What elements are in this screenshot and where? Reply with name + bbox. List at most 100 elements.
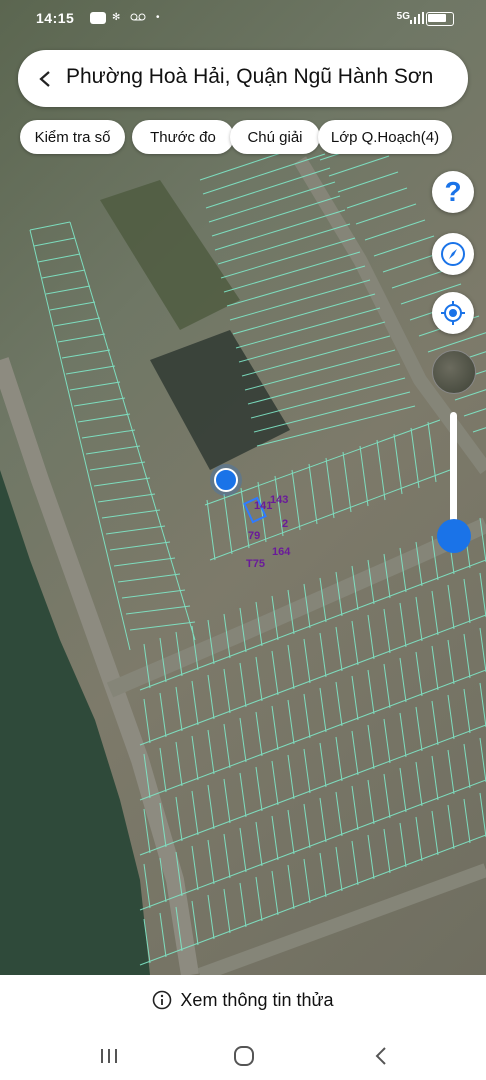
parcel-boundary	[175, 686, 183, 732]
parcel-boundary	[287, 699, 295, 745]
parcel-boundary	[291, 251, 361, 273]
parcel-boundary	[415, 706, 423, 752]
parcel-boundary	[208, 201, 273, 223]
parcel-boundary	[239, 882, 247, 928]
parcel-boundary	[319, 687, 327, 733]
parcel-boundary	[53, 317, 101, 327]
parcel-boundary	[159, 912, 167, 958]
status-time: 14:15	[36, 10, 75, 26]
parcel-boundary	[383, 663, 391, 709]
parcel-boundary	[105, 525, 166, 535]
flower-icon: ✻	[112, 12, 121, 23]
parcel-boundary	[367, 614, 375, 660]
parcel-boundary	[220, 257, 289, 279]
parcel-boundary	[399, 602, 407, 648]
parcel-boundary	[447, 639, 455, 685]
parcel-boundary	[69, 381, 121, 391]
parcel-boundary	[159, 692, 167, 738]
system-back-button[interactable]	[366, 1041, 396, 1071]
check-number-chip[interactable]: Kiểm tra số	[20, 120, 125, 154]
parcel-boundary	[207, 894, 215, 940]
crosshair-icon	[441, 301, 465, 325]
help-button[interactable]: ?	[432, 171, 474, 213]
parcel-info-button[interactable]: Xem thông tin thửa	[0, 985, 486, 1015]
parcel-boundary	[303, 293, 376, 315]
parcel-boundary	[29, 221, 71, 231]
parcel-label: 143	[270, 494, 289, 506]
parcel-boundary	[337, 171, 399, 193]
parcel-boundary	[121, 589, 186, 599]
parcel-boundary	[206, 499, 216, 561]
parcel-boundary	[205, 187, 269, 209]
parcel-boundary	[109, 541, 171, 551]
parcel-boundary	[303, 693, 311, 739]
parcel-boundary	[271, 870, 279, 916]
home-button[interactable]	[229, 1041, 259, 1071]
parcel-boundary	[335, 736, 343, 782]
parcel-boundary	[287, 644, 295, 690]
map-layer-button[interactable]	[432, 350, 476, 394]
parcel-boundary	[399, 712, 407, 758]
parcel-boundary	[383, 773, 391, 819]
zoom-slider-knob[interactable]	[437, 519, 471, 553]
parcel-boundary	[191, 680, 199, 726]
location-header: Phường Hoà Hải, Quận Ngũ Hành Sơn	[18, 50, 468, 107]
parcel-boundary	[303, 803, 311, 849]
network-type: 5G	[396, 11, 410, 22]
parcel-boundary	[241, 355, 317, 377]
parcel-boundary	[271, 705, 279, 751]
status-bar: 14:15 ✻ • 5G	[0, 0, 486, 38]
parcel-boundary	[223, 723, 231, 769]
parcel-boundary	[239, 827, 247, 873]
back-button[interactable]	[30, 64, 60, 94]
parcel-boundary	[271, 760, 279, 806]
parcel-boundary	[139, 724, 486, 856]
parcel-boundary	[335, 791, 343, 837]
parcel-boundary	[255, 821, 263, 867]
parcel-boundary	[303, 858, 311, 904]
parcel-boundary	[226, 285, 297, 307]
parcel-boundary	[431, 755, 439, 801]
planning-layer-chip[interactable]: Lớp Q.Hoạch(4)	[318, 120, 452, 154]
parcel-boundary	[359, 445, 369, 507]
parcel-boundary	[291, 469, 301, 531]
compass-button[interactable]	[432, 233, 474, 275]
parcel-boundary	[367, 724, 375, 770]
parcel-boundary	[57, 333, 106, 343]
compass-icon	[441, 242, 465, 266]
parcel-boundary	[223, 833, 231, 879]
my-location-button[interactable]	[432, 292, 474, 334]
measure-chip[interactable]: Thước đo	[132, 120, 234, 154]
parcel-boundary	[255, 711, 263, 757]
parcel-boundary	[214, 229, 281, 251]
parcel-boundary	[479, 627, 486, 673]
parcel-boundary	[207, 729, 215, 775]
voicemail-icon	[130, 12, 146, 25]
parcel-boundary	[238, 341, 313, 363]
parcel-boundary	[217, 243, 285, 265]
recent-apps-button[interactable]	[94, 1041, 124, 1071]
parcel-boundary	[351, 840, 359, 886]
parcel-boundary	[211, 215, 277, 237]
parcel-boundary	[335, 846, 343, 892]
parcel-boundary	[139, 834, 486, 966]
legend-chip[interactable]: Chú giải	[230, 120, 320, 154]
battery-icon	[426, 12, 454, 26]
zalo-icon	[90, 12, 106, 27]
bottom-panel: Xem thông tin thửa	[0, 975, 486, 1080]
parcel-boundary	[431, 590, 439, 636]
parcel-boundary	[191, 735, 199, 781]
parcel-boundary	[319, 797, 327, 843]
parcel-boundary	[299, 279, 371, 301]
parcel-boundary	[431, 645, 439, 691]
parcel-boundary	[367, 669, 375, 715]
parcel-boundary	[143, 698, 151, 744]
parcel-boundary	[479, 792, 486, 838]
parcel-boundary	[223, 271, 293, 293]
parcel-boundary	[33, 237, 76, 247]
parcel-boundary	[223, 493, 233, 555]
parcel-boundary	[129, 621, 196, 631]
parcel-boundary	[315, 335, 391, 357]
parcel-boundary	[49, 301, 96, 311]
parcel-boundary	[376, 439, 386, 501]
